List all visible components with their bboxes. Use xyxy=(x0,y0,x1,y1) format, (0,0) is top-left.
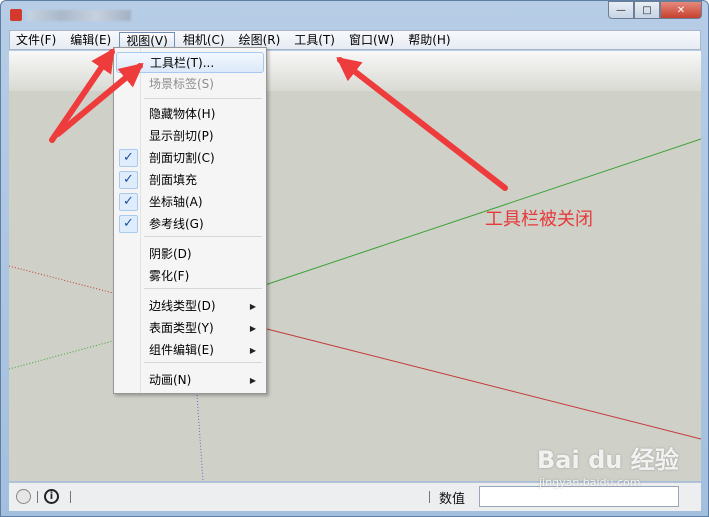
status-separator xyxy=(70,491,71,503)
view-menu-item[interactable]: 阴影(D) xyxy=(116,244,264,265)
blue-axis-dotted-line xyxy=(196,394,204,481)
view-menu-item-label: 组件编辑(E) xyxy=(149,343,214,357)
submenu-arrow-icon: ▶ xyxy=(249,324,256,333)
submenu-arrow-icon: ▶ xyxy=(249,346,256,355)
view-menu-item-label: 雾化(F) xyxy=(149,269,190,283)
view-menu-item-label: 动画(N) xyxy=(149,373,192,387)
view-menu-item-label: 工具栏(T)... xyxy=(150,56,215,70)
green-axis-dotted-line xyxy=(9,340,114,370)
checkmark-icon: ✓ xyxy=(119,149,138,167)
menu-separator xyxy=(144,288,262,289)
menu-separator xyxy=(144,236,262,237)
view-menu-item-label: 参考线(G) xyxy=(149,217,204,231)
view-menu-item-label: 坐标轴(A) xyxy=(149,195,203,209)
view-menu-item[interactable]: 边线类型(D) ▶ xyxy=(116,296,264,317)
value-label: 数值 xyxy=(439,492,466,507)
view-menu-item[interactable]: 组件编辑(E) ▶ xyxy=(116,340,264,361)
annotation-text: 工具栏被关闭 xyxy=(485,209,593,230)
app-icon xyxy=(10,9,22,21)
info-icon[interactable]: i xyxy=(44,489,59,504)
view-menu-item[interactable]: 表面类型(Y) ▶ xyxy=(116,318,264,339)
view-menu-item-label: 场景标签(S) xyxy=(149,77,214,91)
submenu-arrow-icon: ▶ xyxy=(249,302,256,311)
view-menu-item-label: 阴影(D) xyxy=(149,247,192,261)
red-axis-line xyxy=(266,328,701,440)
view-menu-item[interactable]: ✓ 参考线(G) xyxy=(116,214,264,235)
view-menu-item[interactable]: 隐藏物体(H) xyxy=(116,104,264,125)
view-menu-item[interactable]: 场景标签(S) xyxy=(116,74,264,95)
menu-separator xyxy=(144,362,262,363)
window-title-blurred xyxy=(27,10,131,21)
menu-separator xyxy=(144,98,262,99)
menu-item[interactable]: 视图(V) xyxy=(119,32,175,48)
green-axis-line xyxy=(258,138,701,288)
view-menu-item-label: 显示剖切(P) xyxy=(149,129,214,143)
view-menu-item-label: 边线类型(D) xyxy=(149,299,216,313)
menu-item[interactable]: 窗口(W) xyxy=(343,32,400,48)
watermark-url: jingyan.baidu.com xyxy=(539,476,641,489)
menu-item[interactable]: 绘图(R) xyxy=(233,32,287,48)
menu-item[interactable]: 文件(F) xyxy=(10,32,62,48)
view-menu-item-label: 隐藏物体(H) xyxy=(149,107,216,121)
view-menu-dropdown: 工具栏(T)... 场景标签(S) 隐藏物体(H) 显示剖切(P) ✓ 剖面切割(C) ✓ 剖… xyxy=(113,47,267,394)
view-menu-item[interactable]: 雾化(F) xyxy=(116,266,264,287)
lightbulb-icon[interactable] xyxy=(16,489,31,504)
title-bar[interactable]: — □ ✕ xyxy=(1,1,709,29)
view-menu-item[interactable]: 工具栏(T)... xyxy=(116,52,264,73)
maximize-button[interactable]: □ xyxy=(634,1,660,19)
menu-item[interactable]: 编辑(E) xyxy=(64,32,117,48)
close-button[interactable]: ✕ xyxy=(660,1,702,19)
view-menu-item-label: 剖面填充 xyxy=(149,173,198,187)
view-menu-item-label: 表面类型(Y) xyxy=(149,321,214,335)
status-separator xyxy=(37,491,38,503)
baidu-watermark: Bai du 经验 jingyan.baidu.com xyxy=(537,440,697,500)
window-controls: — □ ✕ xyxy=(608,1,702,19)
view-menu-item[interactable]: ✓ 剖面填充 xyxy=(116,170,264,191)
minimize-button[interactable]: — xyxy=(608,1,634,19)
view-menu-item[interactable]: ✓ 坐标轴(A) xyxy=(116,192,264,213)
checkmark-icon: ✓ xyxy=(119,215,138,233)
checkmark-icon: ✓ xyxy=(119,193,138,211)
watermark-brand: Bai du 经验 xyxy=(537,446,679,474)
view-menu-item[interactable]: 动画(N) ▶ xyxy=(116,370,264,391)
menu-item[interactable]: 工具(T) xyxy=(288,32,341,48)
status-separator xyxy=(429,491,430,503)
menu-item[interactable]: 帮助(H) xyxy=(402,32,456,48)
red-axis-dotted-line xyxy=(9,265,114,294)
submenu-arrow-icon: ▶ xyxy=(249,376,256,385)
view-menu-item[interactable]: 显示剖切(P) xyxy=(116,126,264,147)
view-menu-item[interactable]: ✓ 剖面切割(C) xyxy=(116,148,264,169)
menu-item[interactable]: 相机(C) xyxy=(177,32,231,48)
checkmark-icon: ✓ xyxy=(119,171,138,189)
view-menu-item-label: 剖面切割(C) xyxy=(149,151,215,165)
